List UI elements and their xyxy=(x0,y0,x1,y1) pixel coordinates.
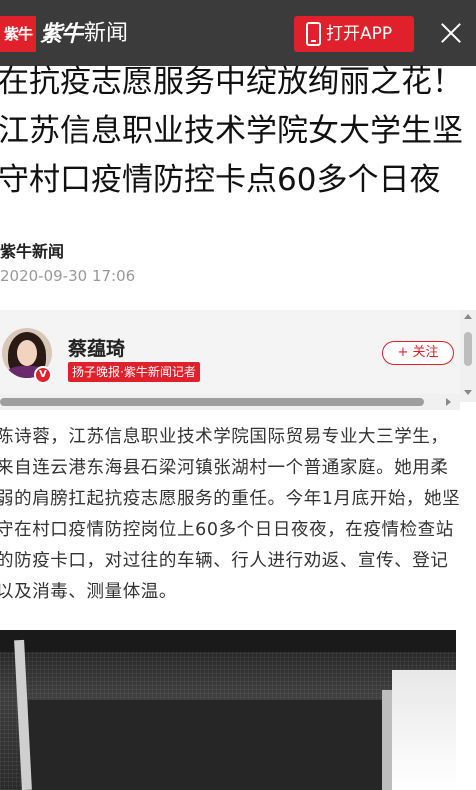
author-card-vertical-scrollbar[interactable] xyxy=(460,310,476,402)
article-source[interactable]: 紫牛新闻 xyxy=(0,238,64,262)
author-title-badge: 扬子晚报·紫牛新闻记者 xyxy=(68,362,200,382)
close-icon[interactable] xyxy=(436,18,466,48)
scroll-right-arrow-icon[interactable] xyxy=(446,398,451,406)
app-logo-news-text[interactable]: 新闻 xyxy=(84,18,128,50)
top-bar: 紫牛 紫牛 新闻 打开APP xyxy=(0,0,476,66)
scroll-up-arrow-icon[interactable] xyxy=(464,314,472,319)
scrollbar-thumb[interactable] xyxy=(0,398,424,406)
app-logo-badge[interactable]: 紫牛 xyxy=(0,16,36,52)
author-card: V 蔡蕴琦 扬子晚报·紫牛新闻记者 + 关注 xyxy=(0,310,460,402)
article-paragraph: 陈诗蓉，江苏信息职业技术学院国际贸易专业大三学生，来自连云港东海县石梁河镇张湖村… xyxy=(0,427,461,602)
photo-top-edge xyxy=(0,630,456,652)
author-card-horizontal-scrollbar[interactable] xyxy=(0,394,460,410)
article-photo[interactable] xyxy=(0,630,456,790)
scrollbar-thumb[interactable] xyxy=(464,332,472,366)
photo-sky xyxy=(392,670,456,790)
publish-date: 2020-09-30 17:06 xyxy=(0,267,136,285)
avatar-face xyxy=(17,340,37,366)
author-name[interactable]: 蔡蕴琦 xyxy=(68,334,125,361)
phone-icon xyxy=(306,22,321,46)
photo-dark-cover xyxy=(28,700,382,790)
app-logo-wordmark[interactable]: 紫牛 xyxy=(40,18,83,50)
article-title: 在抗疫志愿服务中绽放绚丽之花！江苏信息职业技术学院女大学生坚守村口疫情防控卡点6… xyxy=(0,64,463,198)
photo-right-pole xyxy=(382,690,392,790)
scroll-down-arrow-icon[interactable] xyxy=(464,390,472,395)
verified-icon: V xyxy=(34,366,52,384)
open-app-button[interactable]: 打开APP xyxy=(294,16,414,52)
open-app-label: 打开APP xyxy=(326,24,393,44)
follow-button[interactable]: + 关注 xyxy=(382,341,454,365)
